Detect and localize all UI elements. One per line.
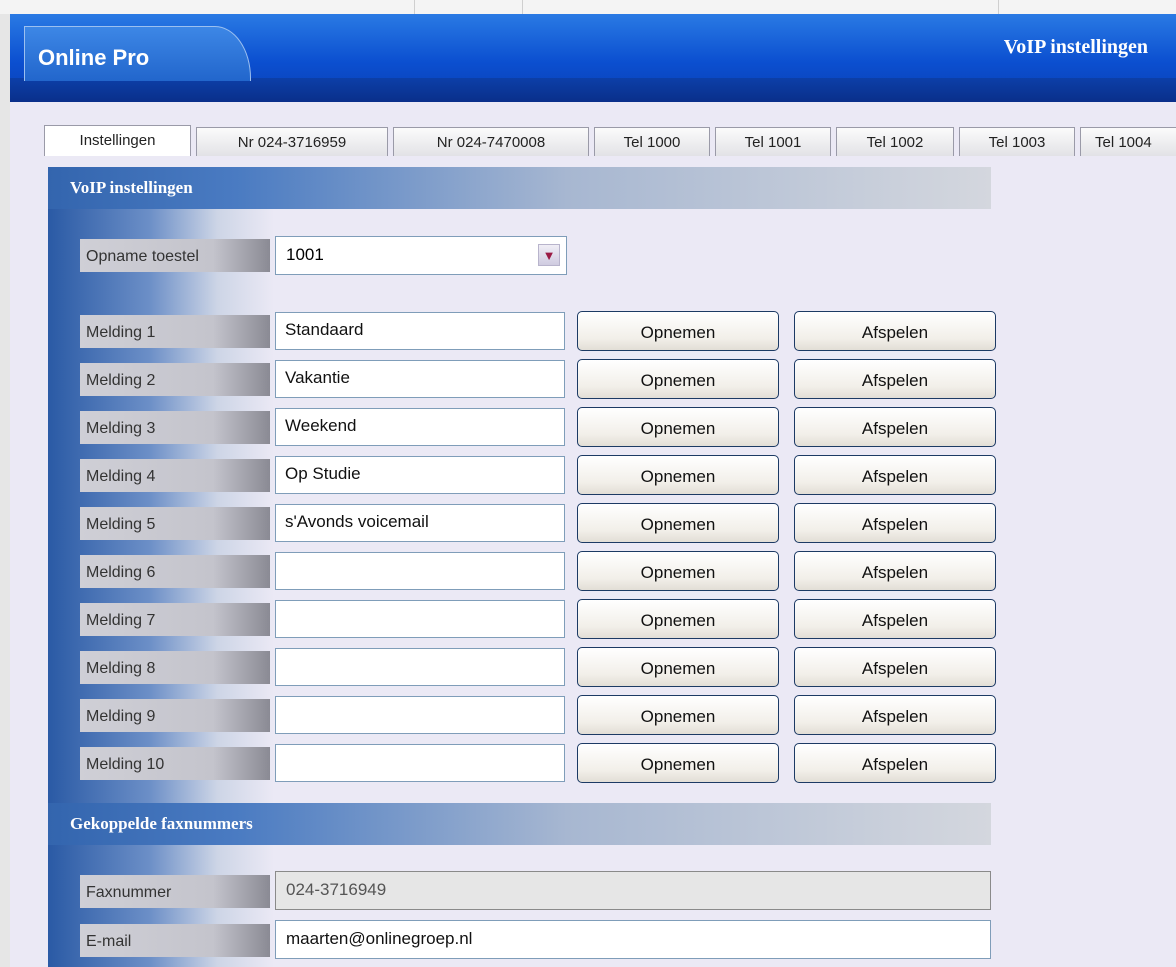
- afspelen-button[interactable]: Afspelen: [794, 743, 996, 783]
- opnemen-button[interactable]: Opnemen: [577, 695, 779, 735]
- faxnummer-label: Faxnummer: [80, 875, 270, 908]
- melding-input[interactable]: Vakantie: [275, 360, 565, 398]
- afspelen-button[interactable]: Afspelen: [794, 311, 996, 351]
- app-header: Online Pro VoIP instellingen: [10, 14, 1176, 102]
- faxnummer-field: 024-3716949: [275, 871, 991, 910]
- melding-label: Melding 5: [80, 507, 270, 540]
- tab-tel-1002[interactable]: Tel 1002: [836, 127, 954, 156]
- afspelen-button[interactable]: Afspelen: [794, 455, 996, 495]
- opnemen-button[interactable]: Opnemen: [577, 551, 779, 591]
- opnemen-button[interactable]: Opnemen: [577, 455, 779, 495]
- opnemen-button[interactable]: Opnemen: [577, 407, 779, 447]
- tab-tel-1000[interactable]: Tel 1000: [594, 127, 710, 156]
- opnemen-button[interactable]: Opnemen: [577, 503, 779, 543]
- melding-input[interactable]: Op Studie: [275, 456, 565, 494]
- melding-input[interactable]: Weekend: [275, 408, 565, 446]
- settings-panel: VoIP instellingen Opname toestel 1001 ▼ …: [44, 156, 996, 967]
- background-app-strip: [0, 0, 1176, 15]
- afspelen-button[interactable]: Afspelen: [794, 503, 996, 543]
- afspelen-button[interactable]: Afspelen: [794, 647, 996, 687]
- fax-section-header: Gekoppelde faxnummers: [48, 803, 991, 845]
- melding-input[interactable]: [275, 552, 565, 590]
- left-gutter: [0, 14, 10, 967]
- melding-label: Melding 4: [80, 459, 270, 492]
- melding-label: Melding 8: [80, 651, 270, 684]
- opnemen-button[interactable]: Opnemen: [577, 359, 779, 399]
- tab-tel-1001[interactable]: Tel 1001: [715, 127, 831, 156]
- afspelen-button[interactable]: Afspelen: [794, 599, 996, 639]
- tab-tel-1004[interactable]: Tel 1004: [1080, 127, 1176, 156]
- melding-label: Melding 7: [80, 603, 270, 636]
- melding-label: Melding 2: [80, 363, 270, 396]
- app-window: Online Pro VoIP instellingen Instellinge…: [10, 14, 1176, 967]
- afspelen-button[interactable]: Afspelen: [794, 407, 996, 447]
- melding-input[interactable]: [275, 600, 565, 638]
- opnemen-button[interactable]: Opnemen: [577, 647, 779, 687]
- opnemen-button[interactable]: Opnemen: [577, 311, 779, 351]
- melding-label: Melding 10: [80, 747, 270, 780]
- melding-label: Melding 3: [80, 411, 270, 444]
- melding-input[interactable]: [275, 696, 565, 734]
- melding-input[interactable]: s'Avonds voicemail: [275, 504, 565, 542]
- chevron-down-icon[interactable]: ▼: [538, 244, 560, 266]
- melding-input[interactable]: Standaard: [275, 312, 565, 350]
- opname-toestel-label: Opname toestel: [80, 239, 270, 272]
- tab-tel-1003[interactable]: Tel 1003: [959, 127, 1075, 156]
- melding-label: Melding 6: [80, 555, 270, 588]
- opnemen-button[interactable]: Opnemen: [577, 743, 779, 783]
- opname-toestel-select[interactable]: 1001 ▼: [275, 236, 567, 275]
- app-title: Online Pro: [38, 45, 150, 70]
- tab-nr-024-7470008[interactable]: Nr 024-7470008: [393, 127, 589, 156]
- opnemen-button[interactable]: Opnemen: [577, 599, 779, 639]
- divider: [414, 0, 415, 14]
- email-label: E-mail: [80, 924, 270, 957]
- tab-instellingen[interactable]: Instellingen: [44, 125, 191, 156]
- afspelen-button[interactable]: Afspelen: [794, 551, 996, 591]
- afspelen-button[interactable]: Afspelen: [794, 695, 996, 735]
- afspelen-button[interactable]: Afspelen: [794, 359, 996, 399]
- melding-input[interactable]: [275, 648, 565, 686]
- header-strip: [10, 78, 1176, 102]
- melding-label: Melding 9: [80, 699, 270, 732]
- tab-nr-024-3716959[interactable]: Nr 024-3716959: [196, 127, 388, 156]
- voip-section-header: VoIP instellingen: [48, 167, 991, 209]
- opname-toestel-value: 1001: [286, 245, 324, 264]
- tab-bar: Instellingen Nr 024-3716959 Nr 024-74700…: [44, 125, 1176, 157]
- melding-input[interactable]: [275, 744, 565, 782]
- page-heading: VoIP instellingen: [1003, 36, 1148, 58]
- email-field[interactable]: maarten@onlinegroep.nl: [275, 920, 991, 959]
- divider: [998, 0, 999, 14]
- melding-label: Melding 1: [80, 315, 270, 348]
- divider: [522, 0, 523, 14]
